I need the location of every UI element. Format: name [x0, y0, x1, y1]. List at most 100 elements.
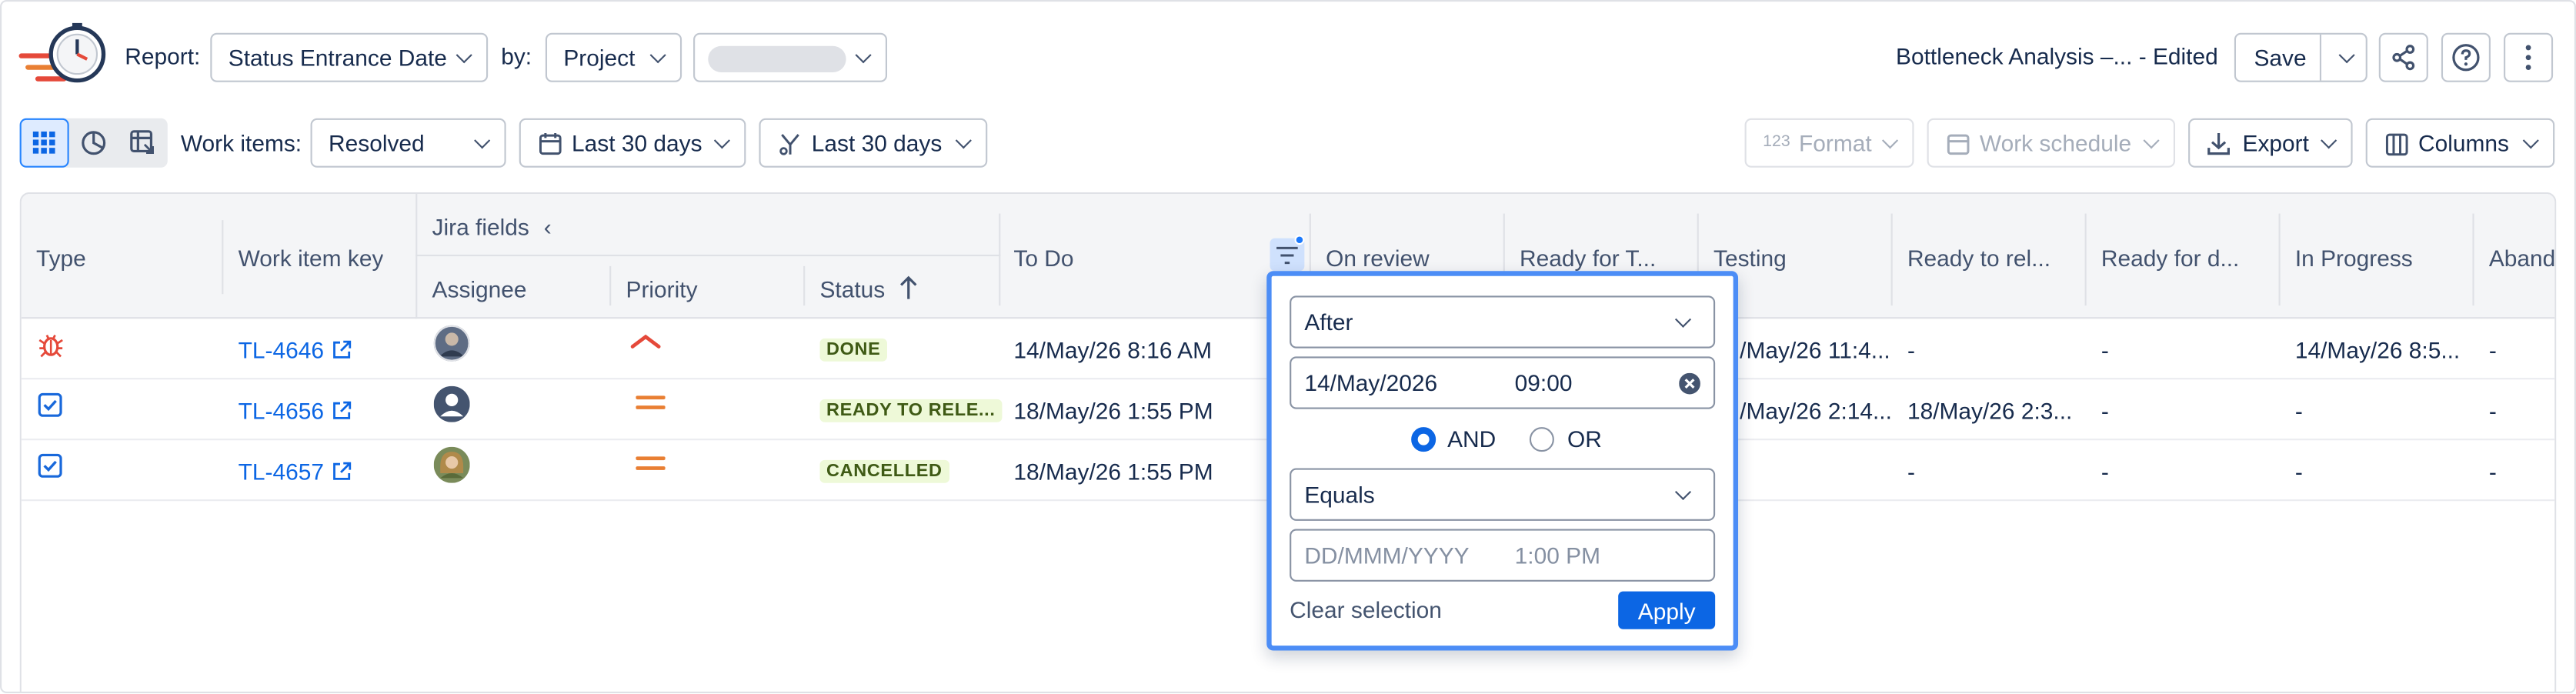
column-divider[interactable] [222, 220, 224, 295]
external-link-icon [333, 461, 352, 479]
work-schedule-button[interactable]: Work schedule [1927, 118, 2176, 168]
default-avatar-icon [433, 385, 470, 422]
in-progress-cell: - [2294, 396, 2303, 423]
ready-for-deploy-cell: - [2101, 335, 2109, 362]
column-filter-button[interactable] [1270, 235, 1305, 272]
column-divider[interactable] [609, 265, 612, 306]
or-label: OR [1567, 425, 1602, 452]
ready-to-release-cell: - [1907, 457, 1915, 484]
grid-icon [32, 131, 55, 154]
ready-to-release-cell: 18/May/26 2:3... [1907, 396, 2073, 423]
work-items-select[interactable]: Resolved [310, 118, 506, 168]
work-items-label: Work items: [180, 129, 302, 156]
pie-chart-icon [82, 131, 106, 155]
chevron-down-icon [2321, 132, 2337, 149]
assignee-avatar[interactable] [433, 312, 470, 373]
header-assignee[interactable]: Assignee [432, 276, 527, 302]
assignee-avatar[interactable] [433, 373, 470, 434]
priority-high-icon [630, 333, 661, 348]
clear-icon[interactable] [1679, 372, 1700, 395]
header-jira-fields[interactable]: Jira fields [432, 214, 529, 240]
status-badge: DONE [819, 337, 887, 361]
or-radio[interactable] [1529, 427, 1554, 452]
date-1-value: 14/May/2026 [1304, 369, 1438, 396]
date-time-1-input[interactable]: 14/May/2026 09:00 [1290, 356, 1716, 409]
condition-1-value: After [1304, 309, 1353, 335]
condition-1-select[interactable]: After [1290, 295, 1716, 349]
header-ready-for-testing[interactable]: Ready for T... [1520, 245, 1692, 271]
header-type[interactable]: Type [36, 245, 86, 271]
column-divider[interactable] [2278, 213, 2281, 306]
chevron-down-icon [455, 47, 472, 64]
collapse-chevron-icon[interactable]: ‹ [544, 214, 552, 240]
format-button[interactable]: 123 Format [1744, 118, 1914, 168]
work-item-key-link[interactable]: TL-4646 [239, 319, 352, 379]
clear-selection-button[interactable]: Clear selection [1290, 596, 1442, 622]
report-type-select[interactable]: Status Entrance Date [210, 32, 489, 82]
split-arrow-icon [779, 134, 799, 155]
work-item-key-text: TL-4657 [238, 457, 324, 484]
column-divider[interactable] [999, 213, 1001, 306]
date-range-filter-1[interactable]: Last 30 days [519, 118, 746, 168]
more-options-button[interactable] [2504, 32, 2554, 82]
header-ready-to-release[interactable]: Ready to rel... [1907, 245, 2080, 271]
work-item-key-text: TL-4656 [238, 396, 324, 423]
columns-button[interactable]: Columns [2365, 118, 2555, 168]
header-ready-for-deploy[interactable]: Ready for d... [2101, 245, 2274, 271]
header-testing[interactable]: Testing [1713, 245, 1886, 271]
header-to-do[interactable]: To Do [1013, 245, 1073, 271]
calendar-icon [1947, 134, 1970, 155]
bug-icon [38, 333, 63, 357]
and-radio[interactable] [1411, 427, 1436, 452]
chevron-down-icon [1674, 483, 1692, 501]
column-divider[interactable] [2472, 213, 2474, 306]
priority-cell [629, 311, 662, 372]
priority-cell [636, 372, 666, 432]
column-divider[interactable] [803, 265, 806, 306]
condition-2-select[interactable]: Equals [1290, 468, 1716, 521]
date-range-filter-2[interactable]: Last 30 days [759, 118, 988, 168]
ready-for-deploy-cell: - [2101, 457, 2109, 484]
header-in-progress[interactable]: In Progress [2295, 245, 2468, 271]
testing-cell: /May/26 11:4... [1740, 335, 1890, 362]
header-abandoned[interactable]: Aband [2489, 245, 2554, 271]
apply-button[interactable]: Apply [1618, 591, 1716, 629]
group-by-select[interactable]: Project [545, 32, 682, 82]
chevron-down-icon [649, 47, 666, 64]
report-label: Report: [125, 42, 201, 69]
column-divider[interactable] [2084, 213, 2087, 306]
download-icon [2207, 132, 2231, 155]
external-link-icon [333, 339, 352, 358]
header-priority[interactable]: Priority [626, 276, 698, 302]
chevron-down-icon [955, 132, 972, 149]
column-divider[interactable] [1890, 213, 1893, 306]
pivot-view-tab[interactable] [118, 118, 168, 168]
to-do-cell: 18/May/26 1:55 PM [1013, 396, 1213, 423]
save-options-button[interactable] [2321, 35, 2367, 81]
chevron-down-icon [2143, 132, 2160, 149]
time-placeholder: 1:00 PM [1514, 542, 1600, 569]
header-work-item-key[interactable]: Work item key [239, 245, 384, 271]
export-button[interactable]: Export [2188, 118, 2353, 168]
columns-icon [2385, 133, 2408, 156]
report-type-value: Status Entrance Date [228, 44, 447, 71]
sort-ascending-icon[interactable] [899, 275, 919, 301]
date-filter-popup: After 14/May/2026 09:00 AND OR Equals DD… [1266, 271, 1739, 651]
share-button[interactable] [2378, 32, 2428, 82]
and-label: AND [1447, 425, 1497, 452]
save-button[interactable]: Save [2236, 45, 2321, 71]
work-item-key-link[interactable]: TL-4657 [239, 440, 352, 501]
type-cell [38, 314, 64, 375]
header-on-review[interactable]: On review [1326, 245, 1498, 271]
chart-view-tab[interactable] [69, 118, 118, 168]
project-select[interactable] [693, 32, 888, 82]
date-time-2-input[interactable]: DD/MMM/YYYY 1:00 PM [1290, 529, 1716, 582]
work-item-key-text: TL-4646 [238, 335, 324, 362]
priority-medium-icon [636, 455, 666, 469]
help-button[interactable] [2441, 32, 2491, 82]
assignee-avatar[interactable] [433, 434, 470, 495]
abandoned-cell: - [2488, 396, 2497, 423]
header-status[interactable]: Status [819, 276, 885, 302]
grid-view-tab[interactable] [19, 118, 69, 168]
work-item-key-link[interactable]: TL-4656 [239, 379, 352, 440]
